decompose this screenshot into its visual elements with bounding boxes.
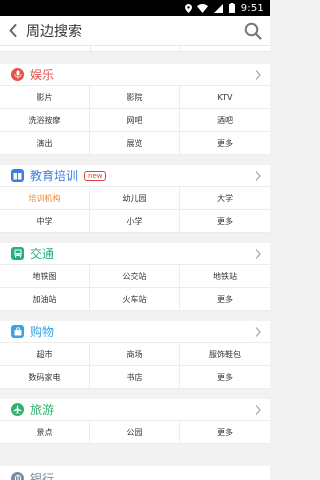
category-item[interactable]: 商场	[90, 343, 180, 366]
category-item[interactable]: 影院	[90, 86, 180, 109]
category-item[interactable]: 加油站	[0, 288, 90, 311]
more-button[interactable]: 更多	[180, 288, 270, 311]
category-header-entertainment[interactable]: 娱乐	[0, 64, 270, 86]
category-item[interactable]: 地铁图	[0, 265, 90, 288]
category-item[interactable]: 超市	[0, 343, 90, 366]
more-button[interactable]: 更多	[180, 421, 270, 444]
category-header-shopping[interactable]: 购物	[0, 321, 270, 343]
category-title: 娱乐	[30, 68, 55, 82]
category-title: 购物	[30, 325, 55, 339]
category-item[interactable]: 网吧	[90, 109, 180, 132]
category-item[interactable]: 幼儿园	[90, 187, 180, 210]
wifi-icon	[196, 3, 208, 13]
bank-icon	[11, 471, 24, 480]
category-item[interactable]: 小学	[90, 210, 180, 233]
chevron-left-icon	[9, 24, 17, 37]
education-icon	[11, 169, 24, 182]
category-grid: 影片 影院 KTV 洗浴按摩 网吧 酒吧 演出 展览 更多	[0, 86, 270, 155]
new-badge: new	[84, 170, 107, 181]
category-item[interactable]: 公交站	[90, 265, 180, 288]
status-time: 9:51	[240, 2, 264, 14]
search-button[interactable]	[244, 22, 262, 40]
scrolled-section-remnant	[0, 46, 270, 64]
bus-icon	[11, 247, 24, 260]
category-item[interactable]: 洗浴按摩	[0, 109, 90, 132]
category-education: 教育培训 new 培训机构 幼儿园 大学 中学 小学 更多	[0, 165, 270, 233]
category-title: 银行	[30, 471, 55, 480]
category-item[interactable]: 培训机构	[0, 187, 90, 210]
category-grid: 培训机构 幼儿园 大学 中学 小学 更多	[0, 187, 270, 233]
status-bar: 9:51	[0, 0, 270, 16]
category-header-travel[interactable]: 旅游	[0, 399, 270, 421]
category-item[interactable]: 数码家电	[0, 366, 90, 389]
category-item[interactable]: 演出	[0, 132, 90, 155]
category-header-transport[interactable]: 交通	[0, 243, 270, 265]
category-grid: 景点 公园 更多	[0, 421, 270, 444]
chevron-right-icon	[255, 327, 261, 337]
shopping-bag-icon	[11, 325, 24, 338]
category-shopping: 购物 超市 商场 服饰鞋包 数码家电 书店 更多	[0, 321, 270, 389]
mic-icon	[11, 68, 24, 81]
category-header-bank[interactable]: 银行	[0, 466, 270, 480]
category-item[interactable]: KTV	[180, 86, 270, 109]
category-bank: 银行	[0, 466, 270, 480]
category-transport: 交通 地铁图 公交站 地铁站 加油站 火车站 更多	[0, 243, 270, 311]
more-button[interactable]: 更多	[180, 132, 270, 155]
category-item[interactable]: 火车站	[90, 288, 180, 311]
location-icon	[184, 4, 192, 13]
category-title: 教育培训	[30, 169, 79, 183]
nav-bar: 周边搜索	[0, 16, 270, 46]
category-title: 旅游	[30, 403, 55, 417]
chevron-right-icon	[255, 70, 261, 80]
category-item[interactable]: 服饰鞋包	[180, 343, 270, 366]
back-button[interactable]	[0, 16, 26, 46]
category-grid: 地铁图 公交站 地铁站 加油站 火车站 更多	[0, 265, 270, 311]
chevron-right-icon	[255, 249, 261, 259]
search-icon	[244, 22, 262, 40]
signal-icon	[213, 3, 223, 13]
chevron-right-icon	[255, 171, 261, 181]
category-header-education[interactable]: 教育培训 new	[0, 165, 270, 187]
plane-icon	[11, 403, 24, 416]
battery-icon	[228, 3, 235, 13]
category-item[interactable]: 景点	[0, 421, 90, 444]
page-title: 周边搜索	[26, 23, 82, 40]
category-item[interactable]: 公园	[90, 421, 180, 444]
category-item[interactable]: 大学	[180, 187, 270, 210]
category-item[interactable]: 书店	[90, 366, 180, 389]
category-grid: 超市 商场 服饰鞋包 数码家电 书店 更多	[0, 343, 270, 389]
category-travel: 旅游 景点 公园 更多	[0, 399, 270, 444]
chevron-right-icon	[255, 405, 261, 415]
category-item[interactable]: 地铁站	[180, 265, 270, 288]
category-entertainment: 娱乐 影片 影院 KTV 洗浴按摩 网吧 酒吧 演出 展览 更多	[0, 64, 270, 155]
category-item[interactable]: 中学	[0, 210, 90, 233]
category-item[interactable]: 酒吧	[180, 109, 270, 132]
more-button[interactable]: 更多	[180, 210, 270, 233]
more-button[interactable]: 更多	[180, 366, 270, 389]
category-item[interactable]: 展览	[90, 132, 180, 155]
category-title: 交通	[30, 247, 55, 261]
category-item[interactable]: 影片	[0, 86, 90, 109]
